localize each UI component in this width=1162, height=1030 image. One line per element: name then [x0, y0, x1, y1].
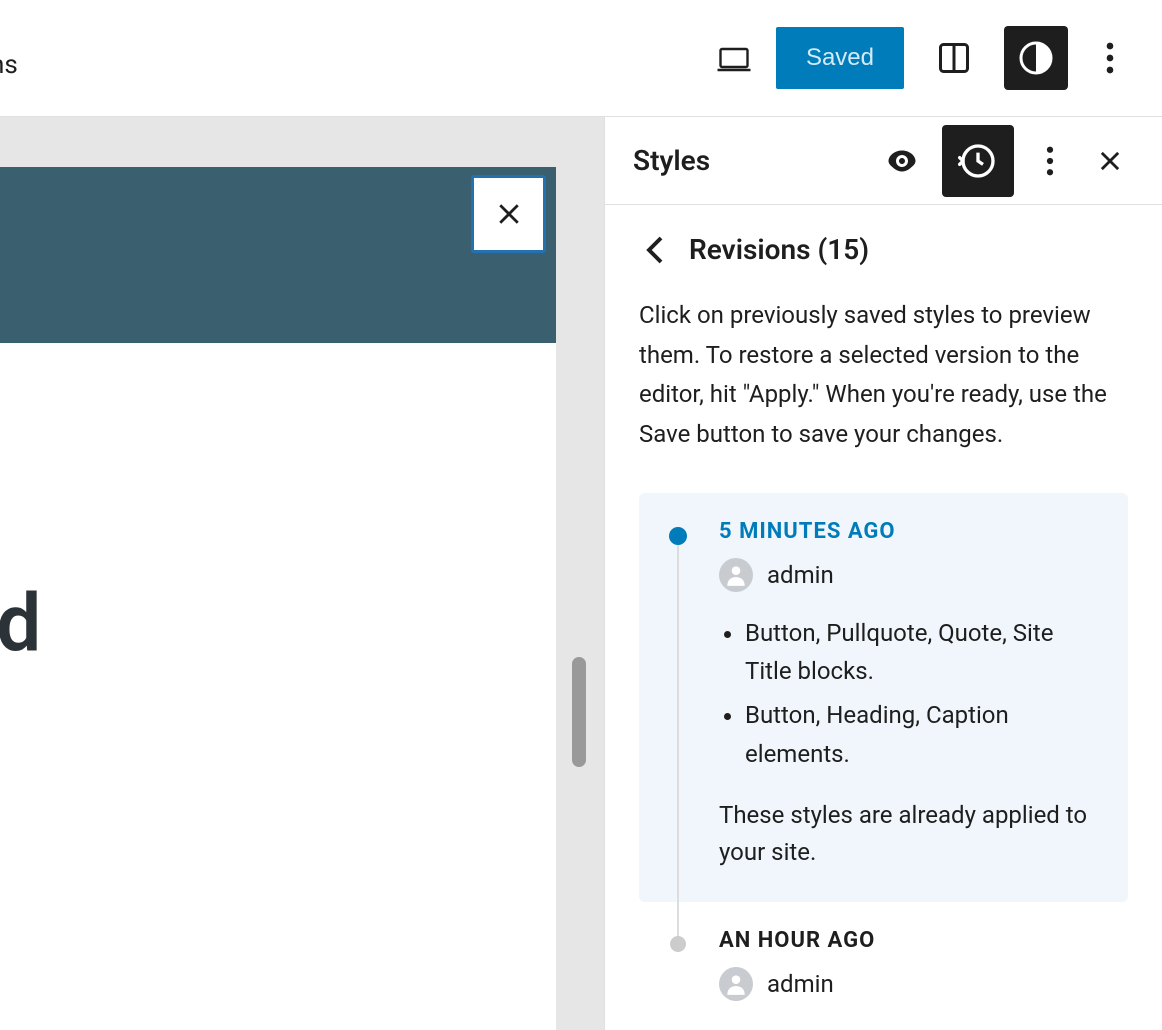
revisions-button[interactable]	[942, 125, 1014, 197]
revision-note: These styles are already applied to your…	[719, 797, 1102, 871]
revision-author: admin	[719, 558, 1102, 592]
revisions-title: Revisions (15)	[689, 233, 869, 266]
revision-time: 5 MINUTES AGO	[719, 519, 1102, 544]
sidebar-more-button[interactable]	[1028, 139, 1072, 183]
timeline-dot	[670, 936, 686, 952]
revision-author: admin	[719, 967, 1102, 1001]
more-options-button[interactable]	[1086, 34, 1134, 82]
timeline-line	[677, 545, 679, 952]
canvas-body: ovation and y merges creativity and al e…	[0, 343, 556, 383]
revision-changes-list: Button, Pullquote, Quote, Site Title blo…	[745, 614, 1102, 774]
sidebar-header: Styles	[605, 117, 1162, 205]
back-button[interactable]	[639, 235, 665, 265]
saved-button[interactable]: Saved	[776, 27, 904, 89]
revisions-header: Revisions (15)	[639, 233, 1128, 266]
sidebar-title: Styles	[633, 144, 862, 177]
settings-panel-button[interactable]	[922, 26, 986, 90]
revision-change-item: Button, Pullquote, Quote, Site Title blo…	[745, 614, 1102, 691]
breadcrumb-fragment: ns	[0, 50, 18, 80]
canvas-content[interactable]: ovation and y merges creativity and al e…	[0, 167, 556, 1030]
styles-sidebar: Styles	[604, 117, 1162, 1030]
main-area: ovation and y merges creativity and al e…	[0, 117, 1162, 1030]
close-button[interactable]	[471, 175, 546, 253]
canvas-header-block[interactable]	[0, 167, 556, 343]
page-heading[interactable]: ovation and y	[0, 575, 40, 767]
scrollbar-thumb[interactable]	[572, 657, 586, 767]
revision-item[interactable]: AN HOUR AGO admin	[639, 902, 1128, 1030]
revision-time: AN HOUR AGO	[719, 928, 1102, 953]
revision-change-item: Button, Heading, Caption elements.	[745, 696, 1102, 773]
revisions-description: Click on previously saved styles to prev…	[639, 296, 1128, 454]
timeline-dot	[669, 527, 687, 545]
revision-item[interactable]: 5 MINUTES AGO admin Button, Pullquote, Q…	[639, 493, 1128, 902]
author-name: admin	[767, 970, 834, 998]
revisions-panel: Revisions (15) Click on previously saved…	[605, 205, 1162, 1030]
author-name: admin	[767, 561, 834, 589]
sidebar-close-button[interactable]	[1086, 137, 1134, 185]
top-toolbar: ns Saved	[0, 0, 1162, 117]
canvas-area: ovation and y merges creativity and al e…	[0, 117, 604, 1030]
avatar-icon	[719, 967, 753, 1001]
device-preview-button[interactable]	[710, 34, 758, 82]
avatar-icon	[719, 558, 753, 592]
styles-panel-button[interactable]	[1004, 26, 1068, 90]
style-book-button[interactable]	[876, 135, 928, 187]
